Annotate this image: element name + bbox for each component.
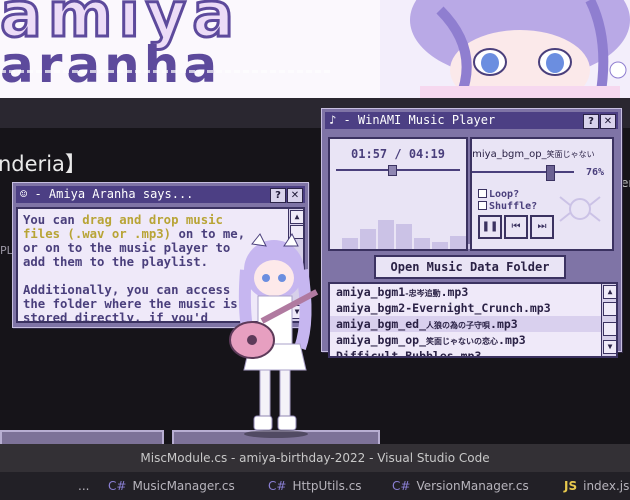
page-heading: nderia】 (0, 152, 86, 176)
tab-label: VersionManager.cs (416, 479, 529, 493)
previous-track-button[interactable]: ⏮ (504, 215, 528, 239)
playlist[interactable]: amiya_bgm1-忠岑追動.mp3 amiya_bgm2-Evernight_… (328, 282, 618, 358)
clipped-text-left: PL (0, 244, 13, 257)
equalizer-bar (378, 220, 394, 249)
message-highlight: drag and drop music (82, 213, 223, 227)
message-line: Additionally, you can access (23, 283, 231, 297)
clipped-text-right: er (621, 176, 630, 190)
music-player-titlebar[interactable]: ♪ - WinAMI Music Player ? ✕ (325, 112, 618, 129)
message-line: You can (23, 213, 83, 227)
message-highlight: files (.wav or .mp3) (23, 227, 172, 241)
seek-handle[interactable] (387, 165, 397, 176)
scroll-up-button[interactable]: ▲ (603, 285, 616, 299)
playlist-item[interactable]: amiya_bgm2-Evernight_Crunch.mp3 (330, 300, 616, 316)
pause-button[interactable]: ❚❚ (478, 215, 502, 239)
checkbox-icon[interactable] (478, 189, 487, 198)
music-note-icon: ♪ (329, 113, 337, 127)
now-playing-title: amiya_bgm_op_笑面じゃない (470, 149, 595, 160)
js-icon: JS (564, 479, 578, 493)
open-music-folder-button[interactable]: Open Music Data Folder (374, 255, 566, 279)
tab-label: index.js (583, 479, 630, 493)
player-display: 01:57 / 04:19 (328, 137, 484, 251)
player-controls: amiya_bgm_op_笑面じゃない 76% Loop? Shuffle? ❚… (470, 137, 614, 251)
shuffle-checkbox[interactable]: Shuffle? (478, 201, 537, 212)
loop-checkbox[interactable]: Loop? (478, 189, 519, 200)
scroll-down-button[interactable]: ▼ (603, 340, 616, 354)
equalizer-bar (432, 241, 448, 249)
equalizer-bar (450, 236, 466, 249)
tab-versionmanager[interactable]: C# VersionManager.cs (392, 472, 529, 500)
music-player-title: - WinAMI Music Player (343, 113, 496, 127)
close-button[interactable]: ✕ (600, 114, 616, 129)
time-readout: 01:57 / 04:19 (351, 147, 445, 161)
csharp-icon: C# (392, 479, 411, 493)
help-button[interactable]: ? (270, 188, 286, 203)
checkbox-icon[interactable] (478, 201, 487, 210)
playlist-item[interactable]: amiya_bgm1-忠岑追動.mp3 (330, 284, 616, 300)
equalizer-bar (414, 238, 430, 249)
vscode-tab-bar: ... C# MusicManager.cs C# HttpUtils.cs C# V… (0, 472, 630, 500)
playlist-items: amiya_bgm1-忠岑追動.mp3 amiya_bgm2-Evernight_… (330, 284, 616, 356)
tab-label: MusicManager.cs (132, 479, 235, 493)
message-window-titlebar[interactable]: ☺ - Amiya Aranha says... ? ✕ (16, 186, 305, 203)
site-banner: amiya aranha (0, 0, 630, 98)
equalizer-bar (360, 229, 376, 249)
volume-handle[interactable] (545, 165, 555, 181)
message-window-title: - Amiya Aranha says... (34, 187, 194, 201)
equalizer (342, 201, 484, 249)
message-line: stored directly, if you'd (23, 311, 209, 323)
next-track-button[interactable]: ⏭ (530, 215, 554, 239)
playlist-item[interactable]: Difficult_Bubbles.mp3 (330, 348, 616, 356)
tab-overflow-button[interactable]: ... (78, 472, 89, 500)
spider-decoration-icon (559, 196, 601, 222)
help-button[interactable]: ? (583, 114, 599, 129)
scroll-up-button[interactable]: ▲ (290, 210, 303, 224)
csharp-icon: C# (268, 479, 287, 493)
close-button[interactable]: ✕ (287, 188, 303, 203)
vscode-title-bar: MiscModule.cs - amiya-birthday-2022 - Vi… (0, 444, 630, 472)
equalizer-bar (342, 238, 358, 249)
tab-musicmanager[interactable]: C# MusicManager.cs (108, 472, 235, 500)
message-line: add them to the playlist. (23, 255, 209, 269)
playlist-item[interactable]: amiya_bgm_op_笑面じゃないの恋心.mp3 (330, 332, 616, 348)
message-line: the folder where the music is (23, 297, 238, 311)
seek-bar[interactable] (336, 165, 460, 176)
volume-percent: 76% (585, 167, 604, 178)
scroll-thumb-lower[interactable] (603, 322, 616, 336)
playlist-scrollbar[interactable]: ▲ ▼ (601, 284, 616, 356)
tab-label: HttpUtils.cs (292, 479, 362, 493)
music-player-window[interactable]: ♪ - WinAMI Music Player ? ✕ 01:57 / 04:1… (321, 108, 622, 358)
equalizer-bar (396, 223, 412, 249)
chat-icon: ☺ (20, 187, 28, 201)
tab-httputils[interactable]: C# HttpUtils.cs (268, 472, 362, 500)
csharp-icon: C# (108, 479, 127, 493)
tab-index-js[interactable]: JS index.js (564, 472, 629, 500)
playlist-item[interactable]: amiya_bgm_ed_人狼の為の子守唄.mp3 (330, 316, 616, 332)
scroll-thumb[interactable] (603, 302, 616, 316)
logo-stitch-decoration (0, 70, 330, 73)
volume-slider[interactable] (472, 165, 574, 181)
amiya-mascot-character[interactable] (222, 230, 332, 440)
banner-character-illustration (380, 0, 630, 98)
message-line: or on to the music player to (23, 241, 231, 255)
logo-aranha: aranha (0, 36, 222, 94)
